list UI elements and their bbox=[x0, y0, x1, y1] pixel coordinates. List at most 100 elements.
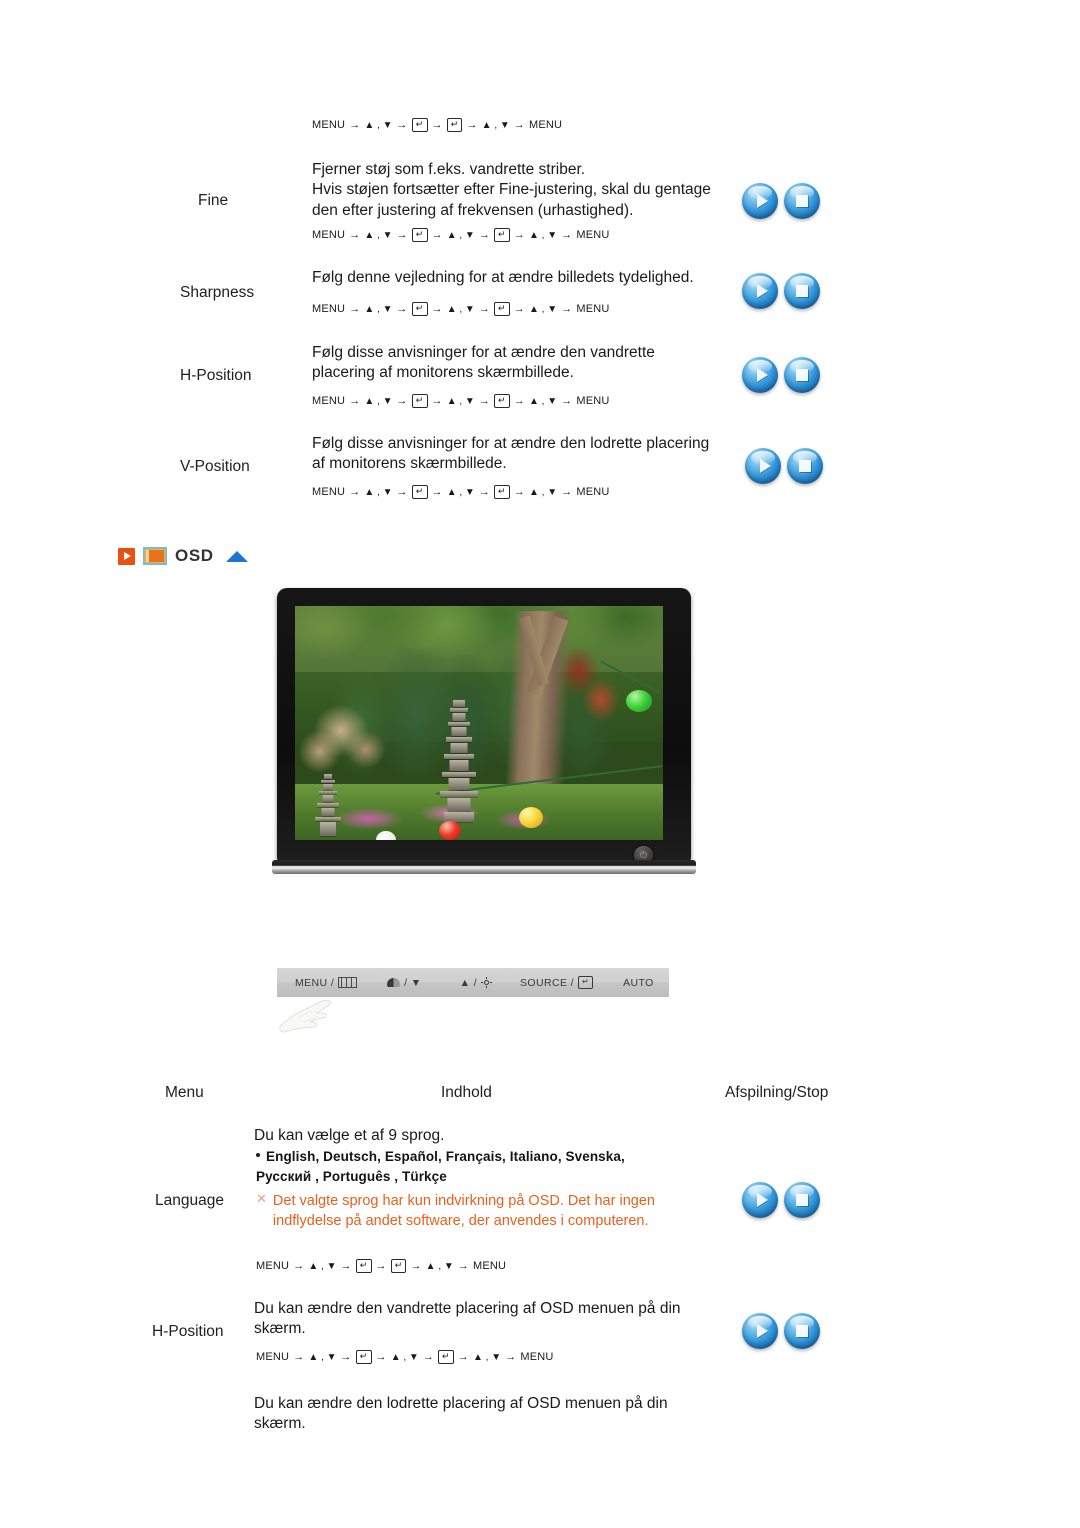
enter-key-icon: ↵ bbox=[411, 394, 428, 408]
section-title: OSD bbox=[175, 546, 214, 565]
path-updown: ▲ , ▼ bbox=[308, 1260, 337, 1272]
path-arrow: → bbox=[457, 1260, 469, 1272]
path-updown: ▲ , ▼ bbox=[446, 486, 475, 498]
control-auto-button[interactable]: AUTO bbox=[623, 977, 654, 989]
play-button[interactable] bbox=[742, 273, 778, 309]
path-arrow: → bbox=[513, 395, 525, 407]
monitor-icon bbox=[143, 547, 167, 565]
path-menu: MENU bbox=[529, 119, 563, 131]
enter-key-icon: ↵ bbox=[411, 302, 428, 316]
playstop-group-h-position bbox=[742, 357, 820, 393]
stone-pagoda-small bbox=[313, 774, 343, 837]
path-menu: MENU bbox=[312, 229, 346, 241]
path-arrow: → bbox=[431, 119, 443, 131]
control-contrast-down-button[interactable]: / ▼ bbox=[387, 977, 421, 989]
monitor-stand bbox=[272, 860, 696, 874]
language-list: English, Deutsch, Español, Français, Ita… bbox=[256, 1149, 625, 1185]
stop-button[interactable] bbox=[787, 448, 823, 484]
path-arrow: → bbox=[422, 1351, 435, 1363]
path-menu: MENU bbox=[312, 119, 346, 131]
description-osd-v-position: Du kan ændre den lodrette placering af O… bbox=[254, 1395, 668, 1433]
path-updown: ▲ , ▼ bbox=[308, 1351, 337, 1363]
description-osd-h-position: Du kan ændre den vandrette placering af … bbox=[254, 1300, 681, 1338]
menu-label-sharpness: Sharpness bbox=[180, 284, 255, 301]
up-triangle-icon[interactable] bbox=[225, 550, 248, 562]
stop-button[interactable] bbox=[784, 273, 820, 309]
monitor-screen bbox=[295, 606, 663, 840]
path-menu: MENU bbox=[256, 1260, 290, 1272]
enter-key-icon: ↵ bbox=[438, 1350, 454, 1364]
enter-key-icon: ↵ bbox=[411, 118, 428, 132]
language-list-row: English, Deutsch, Español, Français, Ita… bbox=[256, 1147, 696, 1188]
table-header-content: Indhold bbox=[441, 1084, 492, 1101]
path-arrow: → bbox=[513, 119, 525, 131]
playstop-group-fine bbox=[742, 183, 820, 219]
path-arrow: → bbox=[466, 119, 478, 131]
path-arrow: → bbox=[349, 486, 361, 498]
play-button[interactable] bbox=[742, 1182, 778, 1218]
monitor-illustration: ⏻ bbox=[272, 588, 696, 884]
path-menu: MENU bbox=[576, 486, 610, 498]
stop-button[interactable] bbox=[784, 1313, 820, 1349]
path-arrow: → bbox=[478, 229, 491, 241]
brightness-icon bbox=[481, 977, 493, 988]
menu-label-v-position: V-Position bbox=[180, 458, 250, 475]
path-menu: MENU bbox=[312, 395, 346, 407]
enter-key-icon: ↵ bbox=[411, 228, 428, 242]
path-arrow: → bbox=[478, 303, 491, 315]
control-source-label: SOURCE / bbox=[520, 976, 574, 989]
stone-pagoda bbox=[435, 699, 483, 822]
stop-button[interactable] bbox=[784, 357, 820, 393]
control-source-button[interactable]: SOURCE / ↵ bbox=[520, 976, 594, 989]
playstop-group-osd-h-position bbox=[742, 1313, 820, 1349]
path-arrow: → bbox=[396, 303, 408, 315]
control-menu-button[interactable]: MENU / bbox=[295, 977, 358, 989]
play-button[interactable] bbox=[742, 1313, 778, 1349]
enter-key-icon: ↵ bbox=[355, 1259, 372, 1273]
path-updown: ▲ , ▼ bbox=[529, 229, 558, 241]
path-updown: ▲ , ▼ bbox=[425, 1260, 454, 1272]
path-updown: ▲ , ▼ bbox=[390, 1351, 419, 1363]
path-updown: ▲ , ▼ bbox=[529, 486, 558, 498]
enter-key-icon: ↵ bbox=[494, 302, 510, 316]
garden-photo bbox=[295, 606, 663, 840]
control-brightness-up-button[interactable]: ▲ / bbox=[460, 977, 493, 989]
path-updown: ▲ , ▼ bbox=[364, 229, 393, 241]
key-path-language: MENU → ▲ , ▼ → ↵ → ↵ → ▲ , ▼ → MENU bbox=[256, 1259, 506, 1273]
path-menu: MENU bbox=[312, 303, 346, 315]
playstop-group-sharpness bbox=[742, 273, 820, 309]
stop-button[interactable] bbox=[784, 183, 820, 219]
path-arrow: → bbox=[457, 1351, 469, 1363]
bullet-icon bbox=[256, 1153, 260, 1158]
play-button[interactable] bbox=[742, 357, 778, 393]
path-arrow: → bbox=[349, 229, 361, 241]
control-auto-label: AUTO bbox=[623, 976, 654, 989]
path-arrow: → bbox=[410, 1260, 422, 1272]
control-contrast-label: / ▼ bbox=[404, 976, 422, 989]
play-button[interactable] bbox=[745, 448, 781, 484]
path-arrow: → bbox=[396, 486, 408, 498]
osd-section-header: OSD bbox=[118, 546, 248, 566]
path-updown: ▲ , ▼ bbox=[364, 119, 393, 131]
enter-key-icon: ↵ bbox=[494, 485, 510, 499]
key-path-fine: MENU → ▲ , ▼ → ↵ → ▲ , ▼ → ↵ → ▲ , ▼ → M… bbox=[312, 228, 610, 242]
path-updown: ▲ , ▼ bbox=[481, 119, 510, 131]
path-updown: ▲ , ▼ bbox=[364, 486, 393, 498]
enter-key-icon: ↵ bbox=[494, 228, 510, 242]
play-button[interactable] bbox=[742, 183, 778, 219]
enter-key-icon: ↵ bbox=[578, 976, 594, 989]
path-updown: ▲ , ▼ bbox=[529, 303, 558, 315]
enter-key-icon: ↵ bbox=[390, 1259, 407, 1273]
monitor-control-bar: MENU / / ▼ ▲ / SOURCE / ↵ AUTO bbox=[277, 968, 669, 997]
path-updown: ▲ , ▼ bbox=[364, 395, 393, 407]
path-updown: ▲ , ▼ bbox=[446, 303, 475, 315]
path-arrow: → bbox=[396, 119, 408, 131]
path-arrow: → bbox=[513, 229, 525, 241]
playstop-group-v-position bbox=[745, 448, 823, 484]
path-updown: ▲ , ▼ bbox=[364, 303, 393, 315]
path-arrow: → bbox=[431, 486, 443, 498]
path-arrow: → bbox=[505, 1351, 517, 1363]
path-arrow: → bbox=[561, 486, 573, 498]
pointing-hand-icon bbox=[279, 999, 332, 1033]
stop-button[interactable] bbox=[784, 1182, 820, 1218]
